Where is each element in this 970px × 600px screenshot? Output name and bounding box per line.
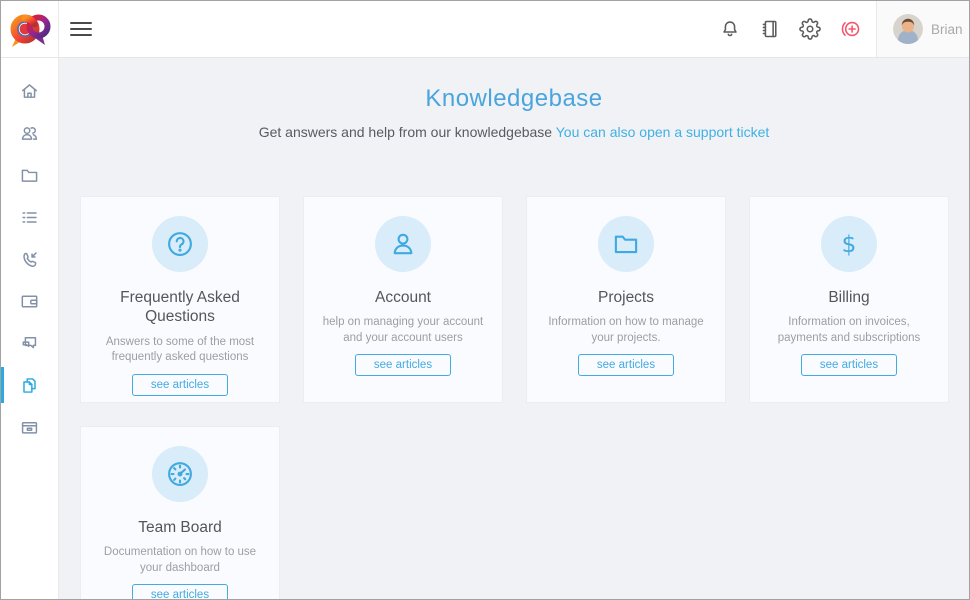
user-icon [375, 216, 431, 272]
sidebar-item-payments[interactable] [1, 280, 58, 322]
sidebar-item-calls[interactable] [1, 238, 58, 280]
topbar: Brian [1, 1, 969, 58]
svg-text:$: $ [842, 232, 857, 258]
subtitle-text: Get answers and help from our knowledgeb… [259, 124, 552, 140]
card-title: Frequently Asked Questions [81, 288, 279, 327]
sidebar-item-knowledgebase[interactable] [1, 364, 58, 406]
documents-icon [19, 375, 40, 396]
see-articles-button[interactable]: see articles [801, 354, 897, 376]
folder-icon [598, 216, 654, 272]
chat-icon [19, 333, 40, 354]
or-logo-icon [8, 7, 52, 51]
see-articles-button[interactable]: see articles [132, 374, 228, 396]
sidebar-item-home[interactable] [1, 70, 58, 112]
app-window: { "topbar": { "logo": "or-chat-rings-log… [0, 0, 970, 600]
speedometer-icon [152, 446, 208, 502]
archive-box-icon [19, 417, 40, 438]
knowledgebase-card[interactable]: $ Billing Information on invoices, payme… [750, 197, 948, 402]
card-description: help on managing your account and your a… [304, 315, 502, 346]
phone-incoming-icon [19, 249, 40, 270]
sidebar [1, 58, 59, 599]
topbar-actions [718, 17, 862, 41]
hamburger-menu-icon[interactable] [70, 21, 92, 37]
notebook-icon[interactable] [758, 17, 782, 41]
knowledgebase-card[interactable]: Projects Information on how to manage yo… [527, 197, 725, 402]
card-description: Information on how to manage your projec… [527, 315, 725, 346]
notifications-bell-icon[interactable] [718, 17, 742, 41]
knowledgebase-card[interactable]: Account help on managing your account an… [304, 197, 502, 402]
home-icon [19, 81, 40, 102]
dollar-icon: $ [821, 216, 877, 272]
list-icon [19, 207, 40, 228]
see-articles-button[interactable]: see articles [578, 354, 674, 376]
page-title: Knowledgebase [59, 85, 969, 113]
folder-icon [19, 165, 40, 186]
sidebar-item-contacts[interactable] [1, 112, 58, 154]
see-articles-button[interactable]: see articles [355, 354, 451, 376]
card-description: Information on invoices, payments and su… [750, 315, 948, 346]
support-ticket-link[interactable]: You can also open a support ticket [556, 124, 770, 140]
card-title: Projects [588, 288, 664, 307]
avatar [893, 14, 923, 44]
card-description: Answers to some of the most frequently a… [81, 335, 279, 366]
sidebar-item-tasks[interactable] [1, 196, 58, 238]
knowledgebase-card[interactable]: Frequently Asked Questions Answers to so… [81, 197, 279, 402]
sidebar-item-files[interactable] [1, 154, 58, 196]
card-description: Documentation on how to use your dashboa… [81, 545, 279, 576]
app-logo[interactable] [1, 1, 59, 57]
quick-add-icon[interactable] [838, 17, 862, 41]
see-articles-button[interactable]: see articles [132, 584, 228, 599]
sidebar-item-archive[interactable] [1, 406, 58, 448]
wallet-icon [19, 291, 40, 312]
main-content: Knowledgebase Get answers and help from … [59, 58, 969, 599]
knowledgebase-card[interactable]: Team Board Documentation on how to use y… [81, 427, 279, 599]
sidebar-item-chat[interactable] [1, 322, 58, 364]
settings-gear-icon[interactable] [798, 17, 822, 41]
users-icon [19, 123, 40, 144]
user-menu[interactable]: Brian [876, 1, 969, 57]
question-circle-icon [152, 216, 208, 272]
knowledgebase-cards: Frequently Asked Questions Answers to so… [81, 197, 969, 599]
page-subtitle: Get answers and help from our knowledgeb… [59, 124, 969, 140]
card-title: Team Board [128, 518, 232, 537]
card-title: Billing [818, 288, 879, 307]
card-title: Account [365, 288, 441, 307]
user-name: Brian [931, 22, 963, 37]
